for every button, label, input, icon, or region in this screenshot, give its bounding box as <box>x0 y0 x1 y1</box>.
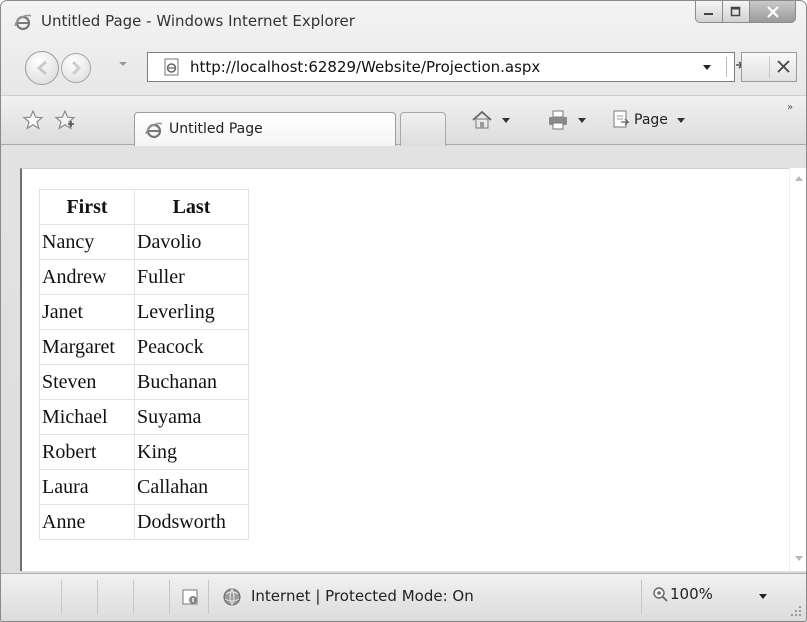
table-row: Robert King <box>39 434 249 470</box>
tab-untitled-page[interactable]: Untitled Page <box>134 112 396 146</box>
print-button[interactable] <box>547 109 586 131</box>
last-name-cell: Peacock <box>134 329 249 365</box>
home-icon <box>472 110 492 129</box>
stop-icon <box>777 60 790 73</box>
stop-divider <box>769 56 770 78</box>
status-divider <box>133 580 134 614</box>
back-arrow-icon <box>36 60 47 76</box>
close-icon <box>766 5 779 18</box>
caption-buttons <box>695 1 796 23</box>
toolbar-overflow-chevron[interactable]: » <box>787 102 793 113</box>
title-bar: Untitled Page - Windows Internet Explore… <box>1 1 806 41</box>
add-favorites-icon[interactable] <box>54 109 76 131</box>
table-row: Laura Callahan <box>39 469 249 505</box>
names-grid: First Last Nancy Davolio Andrew Fuller J… <box>39 189 249 540</box>
status-divider <box>641 580 642 614</box>
scroll-down-arrow[interactable] <box>795 556 803 561</box>
table-row: Anne Dodsworth <box>39 504 249 540</box>
status-bar: Internet | Protected Mode: On 100% <box>1 573 806 621</box>
table-row: Andrew Fuller <box>39 259 249 295</box>
first-name-cell: Michael <box>39 399 135 435</box>
tab-bar: Untitled Page Page » <box>1 95 806 146</box>
status-divider <box>61 580 62 614</box>
last-name-cell: Leverling <box>134 294 249 330</box>
back-button[interactable] <box>25 51 59 85</box>
table-row: Nancy Davolio <box>39 224 249 260</box>
zoom-level[interactable]: 100% <box>670 585 713 603</box>
last-name-cell: Dodsworth <box>134 504 249 540</box>
maximize-button[interactable] <box>723 1 750 23</box>
page-icon <box>164 58 179 76</box>
close-button[interactable] <box>750 1 796 23</box>
security-report-icon[interactable] <box>182 588 200 606</box>
zoom-icon[interactable] <box>652 586 668 602</box>
first-name-cell: Janet <box>39 294 135 330</box>
last-name-cell: Buchanan <box>134 364 249 400</box>
ie-logo-icon <box>145 122 163 139</box>
last-name-cell: Fuller <box>134 259 249 295</box>
navigation-bar: http://localhost:62829/Website/Projectio… <box>1 41 806 91</box>
favorites-star-icon[interactable] <box>22 109 44 131</box>
window-title: Untitled Page - Windows Internet Explore… <box>41 12 355 30</box>
first-name-cell: Nancy <box>39 224 135 260</box>
status-divider <box>169 580 170 614</box>
maximize-icon <box>730 6 741 17</box>
address-dropdown[interactable] <box>703 65 711 70</box>
last-name-cell: Callahan <box>134 469 249 505</box>
new-tab-button[interactable] <box>400 112 446 146</box>
home-dropdown[interactable] <box>502 117 510 123</box>
column-header-last: Last <box>134 189 249 225</box>
first-name-cell: Robert <box>39 434 135 470</box>
first-name-cell: Steven <box>39 364 135 400</box>
address-url[interactable]: http://localhost:62829/Website/Projectio… <box>190 58 540 76</box>
browser-window: Untitled Page - Windows Internet Explore… <box>0 0 807 622</box>
minimize-button[interactable] <box>695 1 723 23</box>
page-content: First Last Nancy Davolio Andrew Fuller J… <box>20 168 789 571</box>
forward-button[interactable] <box>61 53 91 83</box>
page-menu-icon <box>613 110 630 128</box>
vertical-scrollbar[interactable] <box>789 168 806 571</box>
first-name-cell: Margaret <box>39 329 135 365</box>
page-menu-button[interactable]: Page <box>612 109 685 131</box>
page-dropdown[interactable] <box>676 117 685 123</box>
column-header-first: First <box>39 189 135 225</box>
tab-label: Untitled Page <box>169 121 263 137</box>
ie-logo-icon <box>14 14 32 31</box>
home-button[interactable] <box>471 109 510 131</box>
first-name-cell: Anne <box>39 504 135 540</box>
last-name-cell: King <box>134 434 249 470</box>
resize-grip-icon[interactable] <box>789 604 803 618</box>
print-icon <box>549 110 567 130</box>
first-name-cell: Andrew <box>39 259 135 295</box>
globe-icon <box>223 588 241 606</box>
page-menu-label: Page <box>634 112 668 128</box>
stop-button[interactable] <box>741 52 797 82</box>
recent-pages-dropdown[interactable] <box>119 62 127 66</box>
status-divider <box>97 580 98 614</box>
table-row: Michael Suyama <box>39 399 249 435</box>
forward-arrow-icon <box>71 60 82 76</box>
last-name-cell: Suyama <box>134 399 249 435</box>
table-row: Margaret Peacock <box>39 329 249 365</box>
address-divider <box>726 57 727 77</box>
scroll-up-arrow[interactable] <box>795 176 803 181</box>
last-name-cell: Davolio <box>134 224 249 260</box>
table-row: Janet Leverling <box>39 294 249 330</box>
zoom-dropdown[interactable] <box>759 594 767 599</box>
address-bar[interactable]: http://localhost:62829/Website/Projectio… <box>147 52 750 82</box>
table-header-row: First Last <box>39 189 249 225</box>
table-row: Steven Buchanan <box>39 364 249 400</box>
status-divider <box>208 580 209 614</box>
print-dropdown[interactable] <box>578 117 586 123</box>
first-name-cell: Laura <box>39 469 135 505</box>
minimize-icon <box>704 12 713 15</box>
security-zone-text[interactable]: Internet | Protected Mode: On <box>251 587 474 605</box>
